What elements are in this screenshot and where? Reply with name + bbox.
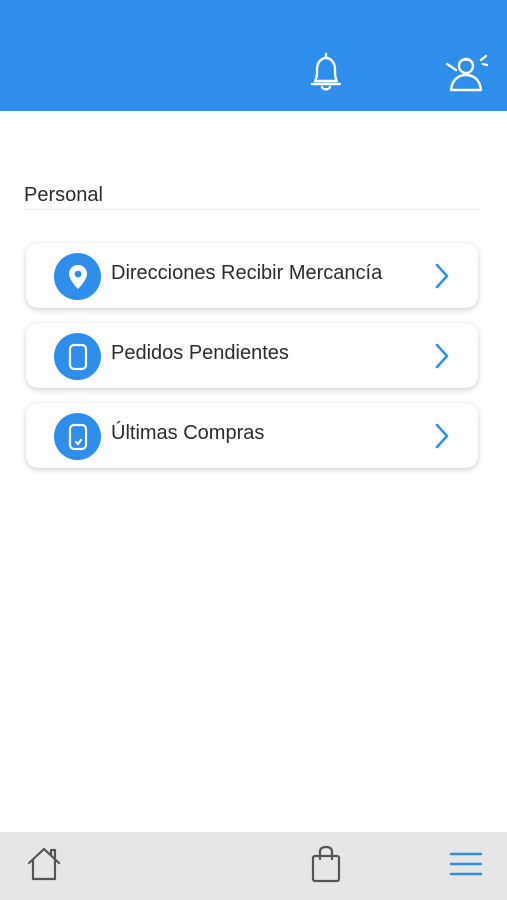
chevron-right-icon — [435, 263, 449, 289]
user-icon[interactable] — [441, 50, 491, 94]
app-screen: Personal Direcciones Recibir Mercancía P… — [0, 0, 507, 900]
menu-item-label: Pedidos Pendientes — [111, 342, 289, 364]
menu-item-ultimas-compras[interactable]: Últimas Compras — [26, 403, 478, 468]
phone-check-icon — [54, 413, 101, 460]
menu-item-direcciones[interactable]: Direcciones Recibir Mercancía — [26, 243, 478, 308]
menu-item-label: Direcciones Recibir Mercancía — [111, 262, 383, 284]
menu-item-pedidos-pendientes[interactable]: Pedidos Pendientes — [26, 323, 478, 388]
bell-icon[interactable] — [305, 50, 347, 94]
menu-item-label: Últimas Compras — [111, 422, 265, 444]
section-title: Personal — [24, 184, 103, 206]
personal-menu-list: Direcciones Recibir Mercancía Pedidos Pe… — [26, 243, 478, 483]
phone-icon — [54, 333, 101, 380]
location-pin-icon — [54, 253, 101, 300]
chevron-right-icon — [435, 423, 449, 449]
chevron-right-icon — [435, 343, 449, 369]
top-header — [0, 0, 507, 111]
bottom-nav — [0, 832, 507, 900]
divider — [24, 209, 479, 210]
home-icon[interactable] — [24, 844, 64, 884]
hamburger-menu-icon[interactable] — [446, 846, 486, 882]
shopping-bag-icon[interactable] — [306, 844, 346, 884]
